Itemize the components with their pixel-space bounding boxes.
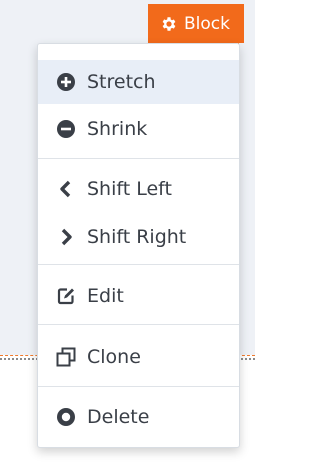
minus-circle-icon	[56, 119, 76, 139]
row-separator-right	[238, 358, 255, 360]
block-menu-label: Block	[184, 13, 230, 34]
chevron-left-icon	[56, 179, 76, 199]
menu-divider	[38, 386, 239, 387]
menu-item-delete[interactable]: Delete	[38, 395, 239, 439]
menu-item-label: Clone	[87, 346, 141, 368]
gear-icon	[160, 15, 178, 33]
menu-item-stretch[interactable]: Stretch	[38, 60, 239, 104]
chevron-right-icon	[56, 227, 76, 247]
menu-divider	[38, 158, 239, 159]
block-context-menu: Stretch Shrink Shift Left Shift Right Ed…	[37, 43, 240, 448]
menu-item-label: Shift Right	[87, 226, 187, 248]
clone-icon	[56, 347, 76, 367]
edit-icon	[56, 286, 76, 306]
menu-item-shift-left[interactable]: Shift Left	[38, 167, 239, 211]
menu-item-label: Edit	[87, 285, 124, 307]
menu-divider	[38, 324, 239, 325]
menu-item-label: Delete	[87, 406, 150, 428]
block-menu-button[interactable]: Block	[148, 4, 244, 43]
menu-item-label: Stretch	[87, 71, 156, 93]
menu-item-label: Shift Left	[87, 178, 172, 200]
menu-item-label: Shrink	[87, 118, 148, 140]
plus-circle-icon	[56, 72, 76, 92]
menu-item-shift-right[interactable]: Shift Right	[38, 215, 239, 259]
menu-divider	[38, 264, 239, 265]
delete-circle-icon	[56, 407, 76, 427]
row-separator-left	[0, 358, 38, 360]
menu-item-edit[interactable]: Edit	[38, 274, 239, 318]
menu-item-shrink[interactable]: Shrink	[38, 107, 239, 151]
menu-item-clone[interactable]: Clone	[38, 335, 239, 379]
